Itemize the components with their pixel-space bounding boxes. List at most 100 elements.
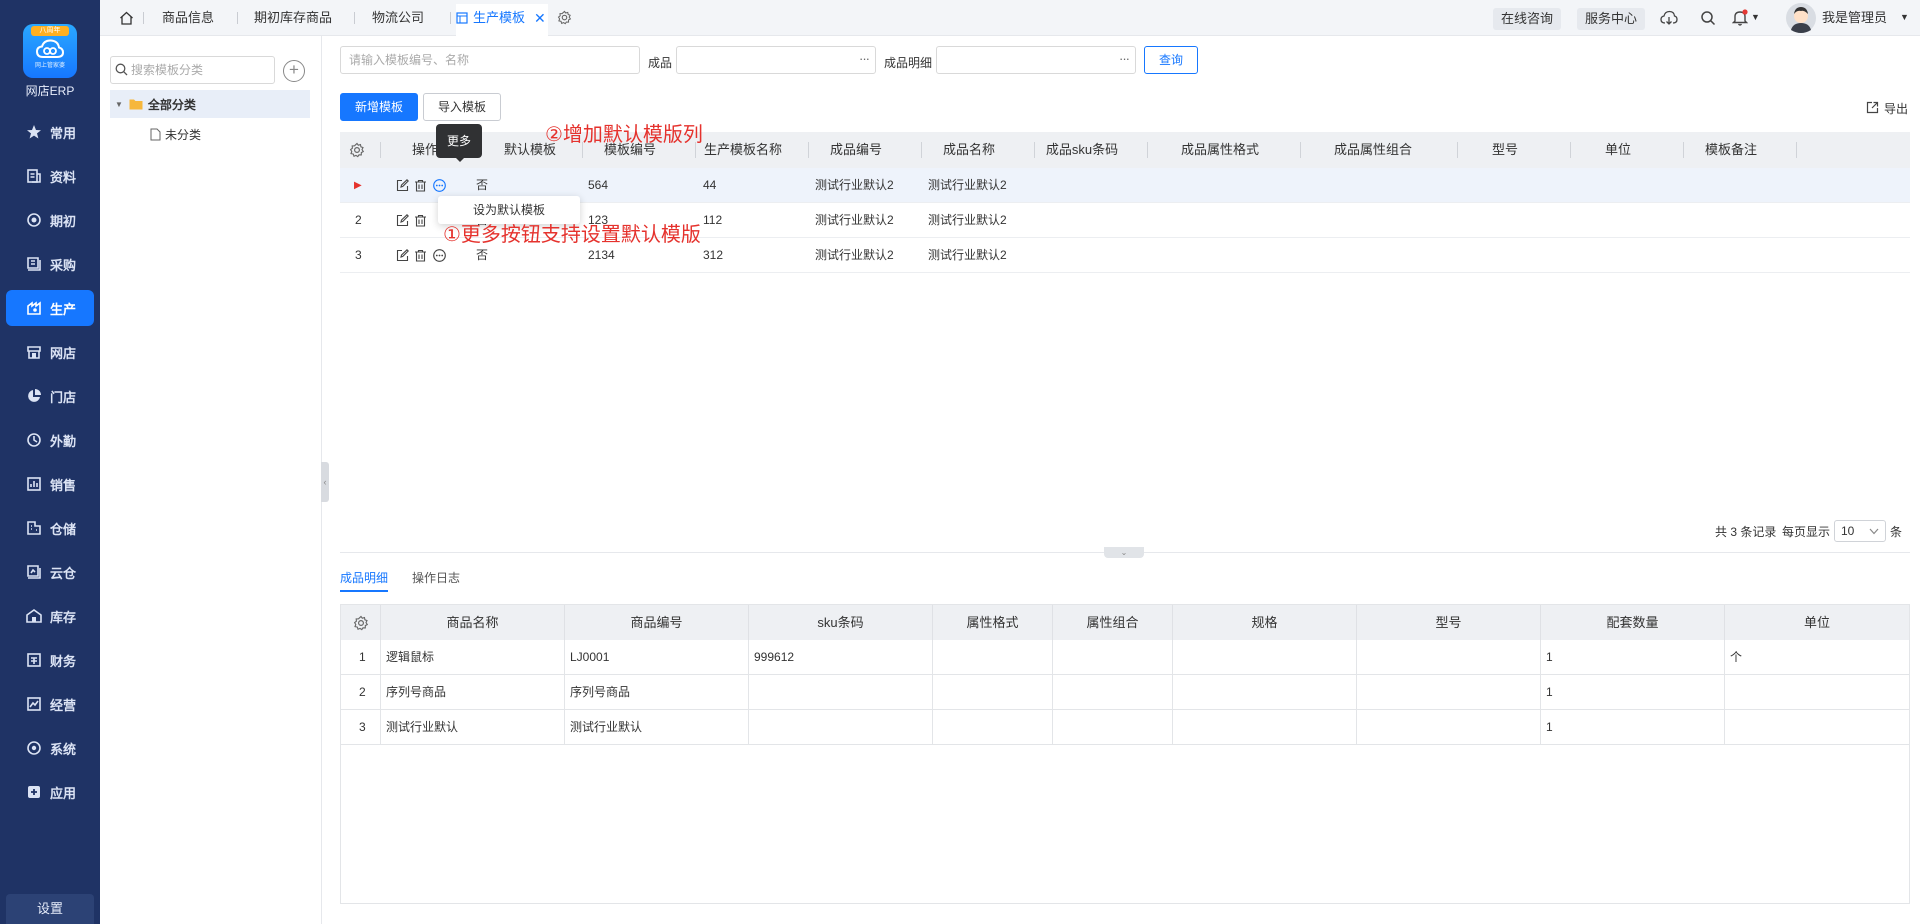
tab-production-template[interactable]: 生产模板 (473, 0, 525, 36)
table-row[interactable]: 1 逻辑鼠标 LJ0001 999612 1 个 (341, 640, 1909, 675)
table-row[interactable]: 3 测试行业默认 测试行业默认 1 (341, 710, 1909, 745)
tab-logistics[interactable]: 物流公司 (372, 0, 424, 36)
product-field[interactable]: ··· (676, 46, 876, 74)
row-index: 1 (341, 640, 381, 675)
sidebar-item-label: 采购 (50, 257, 77, 273)
user-avatar[interactable] (1786, 3, 1816, 33)
sidebar-item-operation[interactable]: 经营 (6, 686, 94, 722)
product-name-cell: 测试行业默认2 (928, 248, 1007, 262)
bottom-column-settings-gear-icon[interactable] (353, 615, 369, 631)
more-icon[interactable] (433, 249, 446, 262)
product-name-cell: 测试行业默认2 (928, 213, 1007, 227)
export-button[interactable]: 导出 (1884, 100, 1908, 117)
tab-close-icon[interactable]: ✕ (534, 10, 546, 27)
tree-node-uncategorized[interactable]: 未分类 (150, 126, 201, 143)
template-name-cell: 312 (703, 248, 724, 262)
tab-operation-log[interactable]: 操作日志 (412, 569, 460, 586)
th-product-sku: 成品sku条码 (1045, 142, 1119, 157)
keyword-input[interactable] (341, 47, 639, 73)
category-search-input[interactable] (131, 61, 271, 79)
column-settings-gear-icon[interactable] (349, 142, 365, 158)
quantity-cell: 1 (1541, 640, 1725, 675)
sidebar-item-production[interactable]: 生产 (6, 290, 94, 326)
sidebar-item-purchase[interactable]: 采购 (6, 246, 94, 282)
sidebar-item-warehouse[interactable]: 仓储 (6, 510, 94, 546)
bth-unit: 单位 (1725, 605, 1909, 640)
delete-icon[interactable] (414, 214, 427, 227)
tab-product-detail[interactable]: 成品明细 (340, 569, 388, 586)
th-model: 型号 (1491, 142, 1518, 157)
logo-badge: 八周年 (31, 26, 69, 36)
query-button[interactable]: 查询 (1144, 46, 1198, 74)
sidebar-item-pie[interactable]: 门店 (6, 378, 94, 414)
sidebar-item-apps[interactable]: 应用 (6, 774, 94, 810)
tree-node-label: 未分类 (165, 128, 202, 142)
current-row-marker: ▶ (354, 180, 362, 191)
sidebar-item-shop[interactable]: 网店 (6, 334, 94, 370)
cloud-download-icon[interactable] (1660, 10, 1678, 26)
user-name[interactable]: 我是管理员 (1822, 0, 1887, 36)
sidebar-item-label: 外勤 (50, 433, 77, 449)
home-icon[interactable] (119, 11, 134, 25)
online-consult-button[interactable]: 在线咨询 (1493, 8, 1562, 30)
target-icon (27, 213, 41, 227)
add-category-icon[interactable]: + (283, 60, 305, 82)
add-template-button[interactable]: 新增模板 (340, 93, 418, 121)
sidebar-item-finance[interactable]: 财务 (6, 642, 94, 678)
file-icon (150, 128, 161, 141)
product-detail-picker-icon[interactable]: ··· (1119, 51, 1130, 66)
sidebar-item-fieldwork[interactable]: 外勤 (6, 422, 94, 458)
brand-name: 网店ERP (25, 84, 75, 98)
service-center-button[interactable]: 服务中心 (1577, 8, 1646, 30)
attr-combo-cell (1053, 710, 1173, 745)
notification-bell-icon[interactable] (1732, 9, 1748, 26)
bell-dropdown-icon[interactable]: ▼ (1751, 12, 1760, 22)
category-search-icon (115, 63, 128, 76)
edit-icon[interactable] (396, 179, 409, 192)
sidebar-item-label: 销售 (50, 477, 77, 493)
edit-icon[interactable] (396, 249, 409, 262)
more-icon[interactable] (433, 179, 446, 192)
page-size-select[interactable]: 10 (1834, 520, 1886, 542)
panel-collapse-handle[interactable]: ‹ (321, 462, 329, 502)
user-dropdown-icon[interactable]: ▼ (1900, 12, 1909, 22)
tree-node-all[interactable]: ▼ 全部分类 (110, 90, 310, 118)
sidebar-item-cloud-warehouse[interactable]: 云仓 (6, 554, 94, 590)
bth-sku: sku条码 (749, 605, 933, 640)
tab-settings-gear-icon[interactable] (557, 10, 572, 25)
tab-initial-stock[interactable]: 期初库存商品 (254, 0, 332, 36)
sidebar-item-target[interactable]: 期初 (6, 202, 94, 238)
caret-down-icon[interactable]: ▼ (115, 100, 123, 109)
cloud-logo-icon (36, 39, 64, 58)
th-product-attr-combo: 成品属性组合 (1333, 142, 1412, 157)
product-name-cell: 序列号商品 (381, 675, 565, 710)
sidebar-item-document[interactable]: 资料 (6, 158, 94, 194)
export-icon[interactable] (1866, 101, 1879, 114)
delete-icon[interactable] (414, 179, 427, 192)
per-page-label: 每页显示 (1782, 525, 1831, 539)
keyword-field[interactable] (340, 46, 640, 74)
delete-icon[interactable] (414, 249, 427, 262)
sidebar-item-stock[interactable]: 库存 (6, 598, 94, 634)
category-search-field[interactable] (110, 56, 275, 84)
import-template-button[interactable]: 导入模板 (423, 93, 501, 121)
product-picker-icon[interactable]: ··· (859, 51, 870, 66)
quantity-cell: 1 (1541, 675, 1725, 710)
search-icon[interactable] (1700, 10, 1716, 26)
product-name-cell: 测试行业默认2 (928, 178, 1007, 192)
shop-icon (27, 346, 41, 359)
sidebar-item-system[interactable]: 系统 (6, 730, 94, 766)
bth-product-name: 商品名称 (381, 605, 565, 640)
tab-product-info[interactable]: 商品信息 (162, 0, 214, 36)
edit-icon[interactable] (396, 214, 409, 227)
cloud-warehouse-icon (27, 565, 41, 579)
table-row[interactable]: 2 序列号商品 序列号商品 1 (341, 675, 1909, 710)
product-detail-field[interactable]: ··· (936, 46, 1136, 74)
sidebar-item-sales[interactable]: 销售 (6, 466, 94, 502)
more-tooltip: 更多 (436, 124, 482, 158)
product-code-cell: LJ0001 (565, 640, 749, 675)
product-detail-table: 商品名称 商品编号 sku条码 属性格式 属性组合 规格 型号 配套数量 单位 … (340, 604, 1910, 904)
settings-button[interactable]: 设置 (6, 894, 94, 924)
sidebar-item-star[interactable]: 常用 (6, 114, 94, 150)
splitter-handle[interactable]: ⌄ (1104, 547, 1144, 558)
